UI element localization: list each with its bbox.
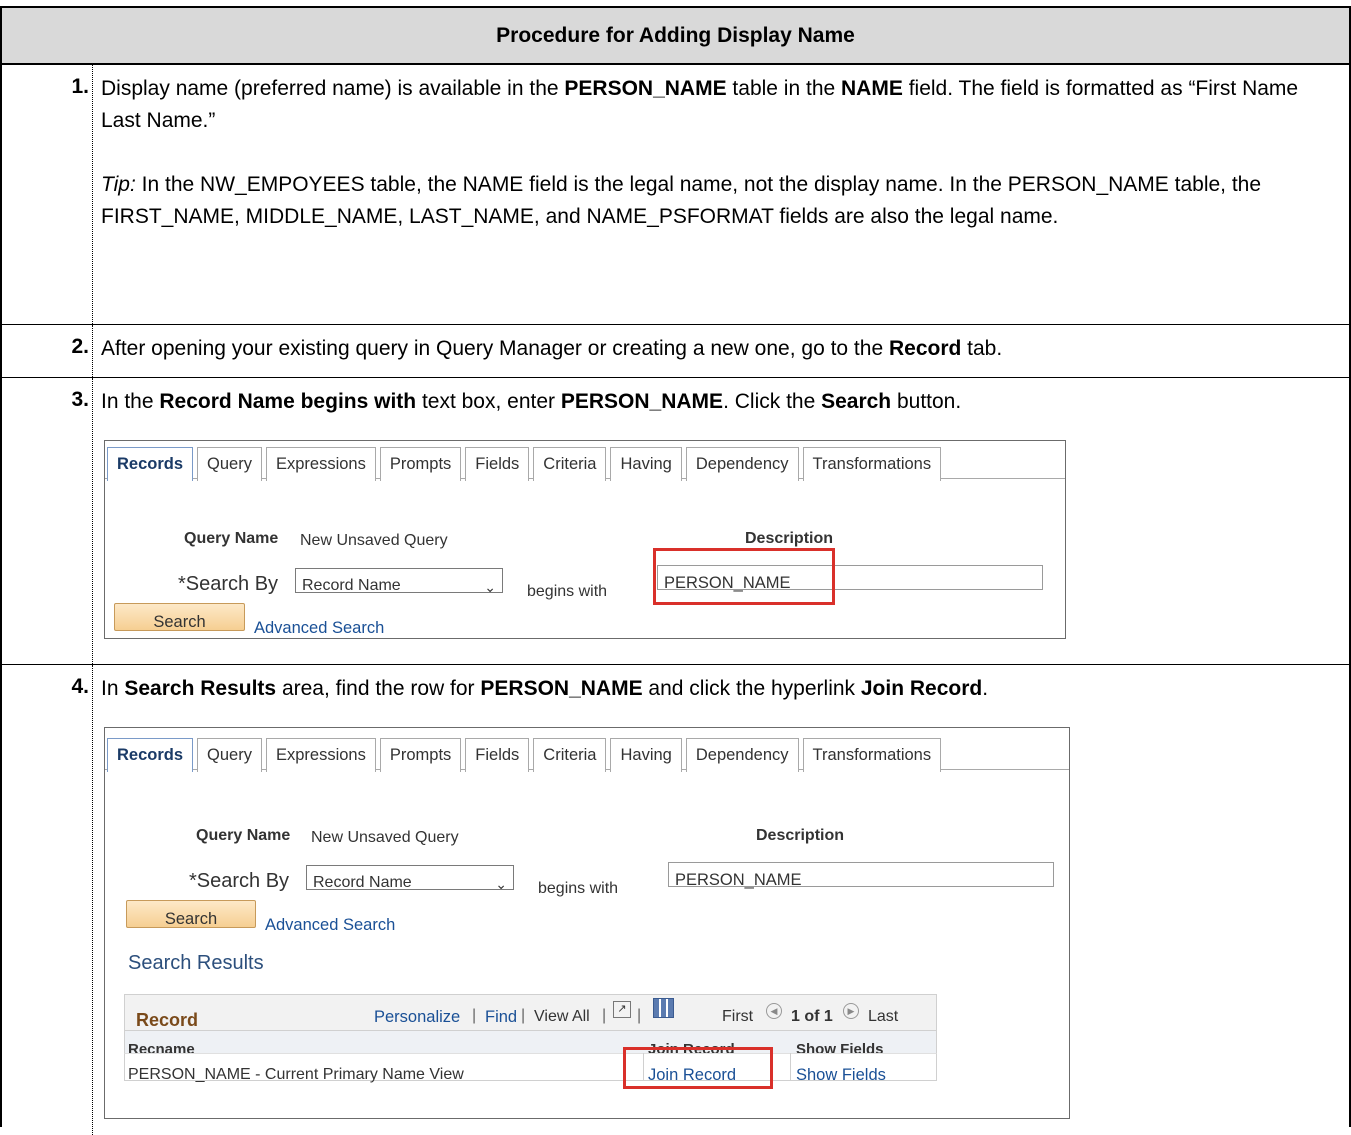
table-header: Procedure for Adding Display Name	[2, 8, 1349, 65]
search-results-heading: Search Results	[128, 952, 264, 974]
first-label[interactable]: First	[722, 1001, 753, 1033]
next-icon[interactable]: ▶	[843, 1003, 859, 1019]
begins-with-label: begins with	[527, 583, 608, 600]
tab-prompts[interactable]: Prompts	[379, 738, 462, 772]
search-button[interactable]: Search	[114, 603, 245, 631]
new-window-icon[interactable]: ↗	[613, 1001, 631, 1018]
step-3-text: In the Record Name begins with text box,…	[101, 390, 962, 413]
tab-fields[interactable]: Fields	[465, 738, 530, 772]
separator: |	[637, 1007, 642, 1024]
tab-query[interactable]: Query	[197, 738, 262, 772]
show-fields-link[interactable]: Show Fields	[796, 1059, 886, 1091]
search-by-label: *Search By	[189, 870, 290, 892]
begins-with-label: begins with	[538, 880, 619, 897]
search-by-select[interactable]: Record Name ⌄	[306, 865, 514, 892]
query-name-label: Query Name	[196, 827, 291, 844]
last-label[interactable]: Last	[868, 1001, 898, 1033]
step-1-row: 1. Display name (preferred name) is avai…	[2, 65, 1349, 325]
step-number: 1.	[2, 65, 93, 324]
tab-transformations[interactable]: Transformations	[802, 738, 942, 772]
step-number: 3.	[2, 378, 93, 664]
step-2-row: 2. After opening your existing query in …	[2, 325, 1349, 378]
query-manager-screenshot-1: Records Query Expressions Prompts Fields…	[104, 440, 1066, 639]
step-4-text: In Search Results area, find the row for…	[101, 677, 989, 700]
download-spreadsheet-icon[interactable]	[653, 998, 674, 1018]
chevron-down-icon: ⌄	[484, 579, 496, 595]
tab-expressions[interactable]: Expressions	[265, 738, 376, 772]
previous-icon[interactable]: ◀	[766, 1003, 782, 1019]
row-recname: PERSON_NAME - Current Primary Name View	[128, 1066, 464, 1083]
tab-prompts[interactable]: Prompts	[379, 447, 462, 481]
record-name-input[interactable]: PERSON_NAME	[668, 862, 1054, 889]
tab-transformations[interactable]: Transformations	[802, 447, 942, 481]
description-label: Description	[756, 827, 845, 844]
step-2-content: After opening your existing query in Que…	[93, 325, 1349, 377]
step-4-content: In Search Results area, find the row for…	[93, 665, 1349, 1135]
personalize-link[interactable]: Personalize	[374, 1001, 460, 1033]
find-link[interactable]: Find	[485, 1001, 517, 1033]
row-count: 1 of 1	[791, 1008, 833, 1025]
tab-criteria[interactable]: Criteria	[533, 447, 607, 481]
highlight-box	[623, 1047, 773, 1089]
step-number: 2.	[2, 325, 93, 377]
tab-having[interactable]: Having	[610, 738, 682, 772]
highlight-box	[653, 548, 835, 605]
table-title: Procedure for Adding Display Name	[496, 23, 855, 47]
tab-query[interactable]: Query	[197, 447, 262, 481]
step-1-tip: Tip: In the NW_EMPOYEES table, the NAME …	[101, 173, 1262, 228]
tab-having[interactable]: Having	[610, 447, 682, 481]
tab-criteria[interactable]: Criteria	[533, 738, 607, 772]
advanced-search-link[interactable]: Advanced Search	[265, 909, 395, 941]
separator: |	[472, 1007, 477, 1024]
step-3-content: In the Record Name begins with text box,…	[93, 378, 1349, 664]
tab-records[interactable]: Records	[107, 447, 194, 481]
search-by-label: *Search By	[178, 573, 279, 595]
tab-expressions[interactable]: Expressions	[265, 447, 376, 481]
search-button[interactable]: Search	[126, 900, 256, 928]
query-manager-screenshot-2: Records Query Expressions Prompts Fields…	[104, 727, 1070, 1119]
step-number: 4.	[2, 665, 93, 1135]
step-4-row: 4. In Search Results area, find the row …	[2, 665, 1349, 1135]
tab-dependency[interactable]: Dependency	[685, 447, 799, 481]
view-all-link[interactable]: View All	[534, 1001, 590, 1033]
tab-fields[interactable]: Fields	[465, 447, 530, 481]
query-tabs: Records Query Expressions Prompts Fields…	[105, 732, 1069, 772]
advanced-search-link[interactable]: Advanced Search	[254, 612, 384, 644]
query-tabs: Records Query Expressions Prompts Fields…	[105, 441, 1065, 481]
step-3-row: 3. In the Record Name begins with text b…	[2, 378, 1349, 665]
tab-dependency[interactable]: Dependency	[685, 738, 799, 772]
tab-records[interactable]: Records	[107, 738, 194, 772]
query-name-value: New Unsaved Query	[300, 532, 448, 549]
chevron-down-icon: ⌄	[495, 876, 507, 892]
column-divider	[790, 1053, 791, 1081]
procedure-table: Procedure for Adding Display Name 1. Dis…	[0, 6, 1351, 1135]
step-1-text: Display name (preferred name) is availab…	[101, 77, 1299, 132]
search-by-select[interactable]: Record Name ⌄	[295, 568, 503, 595]
step-1-content: Display name (preferred name) is availab…	[93, 65, 1349, 324]
step-2-text: After opening your existing query in Que…	[101, 337, 1003, 360]
separator: |	[602, 1007, 607, 1024]
query-name-value: New Unsaved Query	[311, 829, 459, 846]
separator: |	[521, 1007, 526, 1024]
query-name-label: Query Name	[184, 530, 279, 547]
